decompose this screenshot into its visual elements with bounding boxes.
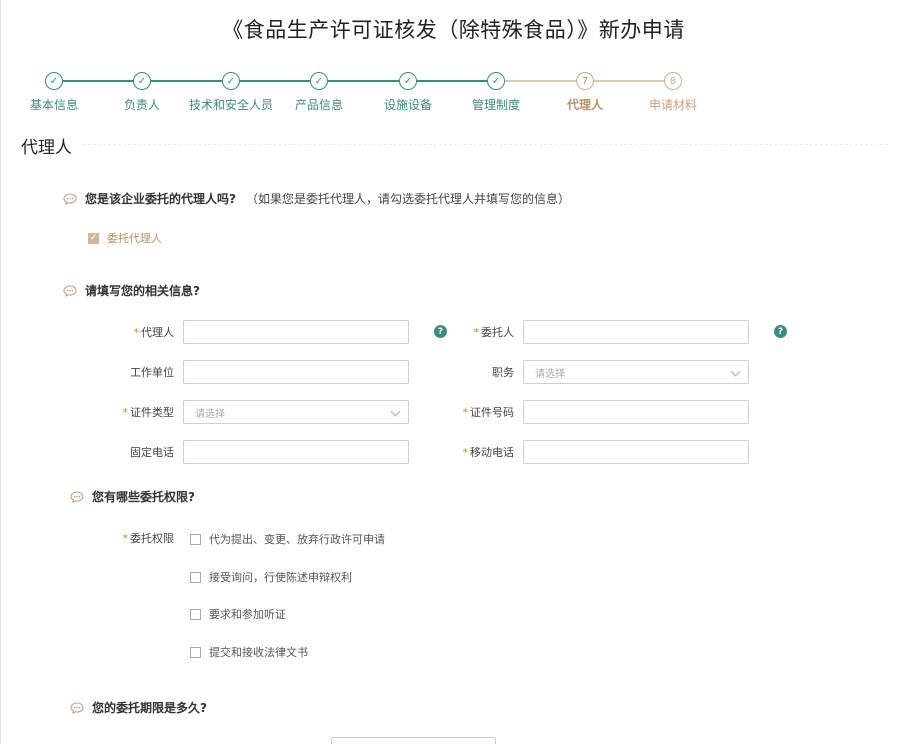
step-label: 管理制度 [471,98,520,112]
select-placeholder: 请选择 [195,408,225,420]
question-text: 请填写您的相关信息? [85,284,200,298]
field-label-text: 代理人 [141,326,174,339]
check-icon: ✓ [310,72,328,90]
progress-stepper: ✓ 基本信息 ✓ 负责人 ✓ 技术和安全人员 ✓ 产品信息 ✓ 设施设备 ✓ 管… [1,72,905,122]
required-mark: * [133,326,140,339]
agent-checkbox[interactable]: ✓ [88,232,99,244]
check-icon: ✓ [133,72,151,90]
permission-option[interactable]: 代为提出、变更、放弃行政许可申请 [190,531,385,547]
permission-option[interactable]: 接受询问，行使陈述申辩权利 [190,569,352,585]
section-divider [83,144,888,145]
step-basic-info[interactable]: ✓ 基本信息 [4,72,104,113]
step-management[interactable]: ✓ 管理制度 [446,72,546,113]
required-mark: * [473,326,480,339]
permission-option[interactable]: 要求和参加听证 [190,606,286,622]
check-icon: ✓ [399,72,417,90]
agent-name-input[interactable] [183,320,409,344]
question-permissions: 您有哪些委托权限? [70,488,195,505]
principal-input[interactable] [523,320,749,344]
position-select[interactable]: 请选择 [523,360,749,384]
help-icon[interactable]: ? [774,325,787,338]
speech-bubble-icon [63,192,77,205]
mobile-input[interactable] [523,440,749,464]
id-type-label: * 证件类型 [94,404,175,420]
permission-option-label[interactable]: 提交和接收法律文书 [209,644,308,660]
position-label: 职务 [492,366,514,379]
principal-label: * 委托人 [434,324,515,340]
step-responsible-person[interactable]: ✓ 负责人 [92,72,192,113]
question-text: 您有哪些委托权限? [92,490,195,504]
speech-bubble-icon [70,701,84,714]
agent-checkbox-row[interactable]: ✓ 委托代理人 [88,230,162,246]
field-label-text: 证件号码 [470,406,514,419]
question-duration: 您的委托期限是多久? [70,699,207,716]
permission-checkbox[interactable] [190,571,201,583]
field-label-text: 委托权限 [130,532,174,545]
question-text: 您是该企业委托的代理人吗? [85,192,236,206]
step-label: 技术和安全人员 [188,98,273,112]
step-product-info[interactable]: ✓ 产品信息 [269,72,369,113]
question-note: （如果您是委托代理人，请勾选委托代理人并填写您的信息） [245,192,570,206]
check-icon: ✓ [222,72,240,90]
step-tech-safety-staff[interactable]: ✓ 技术和安全人员 [181,72,281,113]
select-placeholder: 请选择 [535,368,565,380]
step-number-badge: 7 [576,72,594,90]
step-agent[interactable]: 7 代理人 [535,72,635,113]
id-number-label: * 证件号码 [434,404,515,420]
permission-option-label[interactable]: 代为提出、变更、放弃行政许可申请 [209,531,385,547]
permissions-label: * 委托权限 [94,530,175,546]
step-number-badge: 8 [664,72,682,90]
field-label-text: 移动电话 [470,446,514,459]
step-facilities[interactable]: ✓ 设施设备 [358,72,458,113]
field-label-text: 证件类型 [130,406,174,419]
required-mark: * [462,446,469,459]
employer-label: 工作单位 [130,366,174,379]
landline-input[interactable] [183,440,409,464]
step-label: 代理人 [566,98,603,112]
field-label-text: 委托人 [481,326,514,339]
application-page: 《食品生产许可证核发（除特殊食品）》新办申请 ✓ 基本信息 ✓ 负责人 ✓ 技术… [0,0,905,744]
required-mark: * [122,532,129,545]
agent-name-label: * 代理人 [94,324,175,340]
mobile-label: * 移动电话 [434,444,515,460]
speech-bubble-icon [70,490,84,503]
agent-checkbox-label[interactable]: 委托代理人 [107,230,162,246]
question-text: 您的委托期限是多久? [92,701,207,715]
section-title: 代理人 [21,138,72,158]
required-mark: * [122,406,129,419]
page-title: 《食品生产许可证核发（除特殊食品）》新办申请 [222,18,685,42]
duration-input-partial[interactable] [331,737,496,744]
permission-checkbox[interactable] [190,608,201,620]
step-label: 设施设备 [383,98,432,112]
permission-option-label[interactable]: 接受询问，行使陈述申辩权利 [209,569,352,585]
permission-option-label[interactable]: 要求和参加听证 [209,606,286,622]
id-number-input[interactable] [523,400,749,424]
employer-input[interactable] [183,360,409,384]
question-your-info: 请填写您的相关信息? [63,282,200,299]
landline-label: 固定电话 [130,446,174,459]
check-icon: ✓ [45,72,63,90]
permission-checkbox[interactable] [190,533,201,545]
step-materials[interactable]: 8 申请材料 [623,72,723,113]
step-label: 产品信息 [294,98,343,112]
speech-bubble-icon [63,284,77,297]
required-mark: * [462,406,469,419]
step-label: 基本信息 [29,98,78,112]
permission-option[interactable]: 提交和接收法律文书 [190,644,308,660]
chevron-down-icon [390,406,401,417]
step-label: 申请材料 [648,98,697,112]
permission-checkbox[interactable] [190,646,201,658]
step-label: 负责人 [123,98,160,112]
id-type-select[interactable]: 请选择 [183,400,409,424]
question-is-agent: 您是该企业委托的代理人吗? （如果您是委托代理人，请勾选委托代理人并填写您的信息… [63,190,570,207]
chevron-down-icon [730,366,741,377]
check-icon: ✓ [487,72,505,90]
